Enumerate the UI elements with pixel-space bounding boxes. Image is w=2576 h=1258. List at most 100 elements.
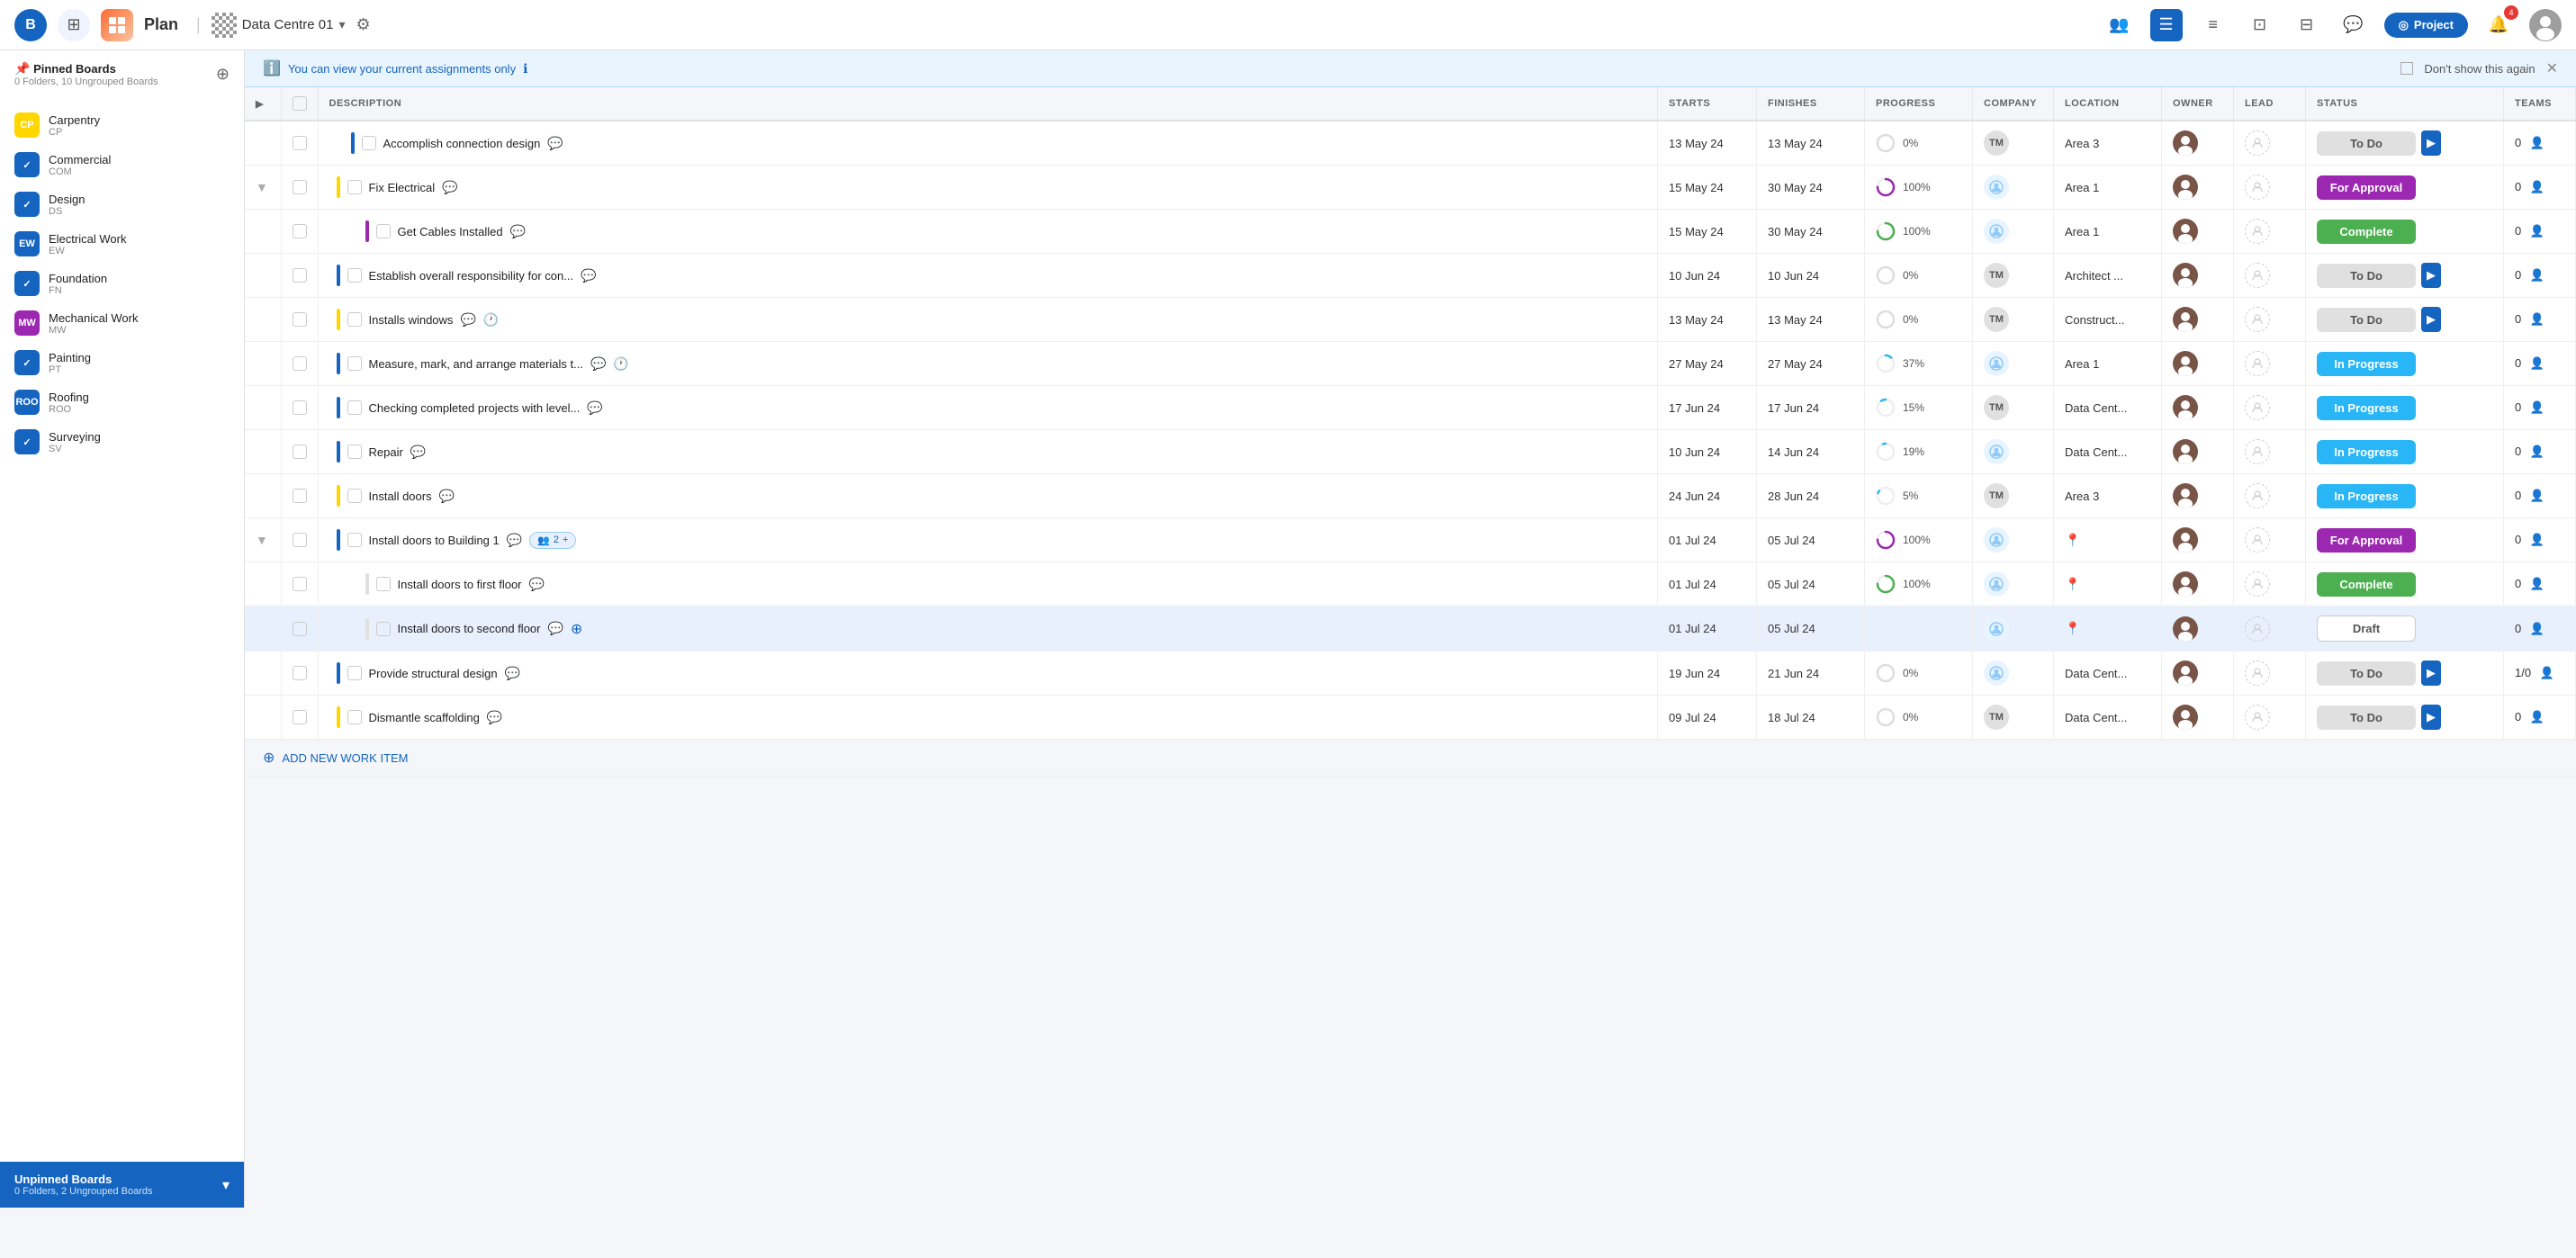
item-checkbox[interactable] <box>347 400 362 415</box>
lead-placeholder[interactable] <box>2245 263 2270 288</box>
item-checkbox[interactable] <box>347 356 362 371</box>
chat-icon[interactable]: 💬 <box>2337 9 2370 41</box>
lead-placeholder[interactable] <box>2245 351 2270 376</box>
add-work-item-button[interactable]: ⊕ ADD NEW WORK ITEM <box>245 740 2576 777</box>
comment-icon[interactable]: 💬 <box>529 577 545 592</box>
tag-badge[interactable]: 👥2+ <box>529 532 576 549</box>
comment-icon[interactable]: 💬 <box>590 356 606 372</box>
item-checkbox[interactable] <box>376 622 391 636</box>
lead-placeholder[interactable] <box>2245 307 2270 332</box>
row-checkbox[interactable] <box>293 400 307 415</box>
item-checkbox[interactable] <box>347 180 362 194</box>
status-badge[interactable]: In Progress <box>2317 440 2416 464</box>
app-logo[interactable]: B <box>14 9 47 41</box>
row-checkbox[interactable] <box>293 533 307 547</box>
row-checkbox[interactable] <box>293 622 307 636</box>
unpinned-boards-section[interactable]: Unpinned Boards 0 Folders, 2 Ungrouped B… <box>0 1162 244 1208</box>
sidebar-item-surveying[interactable]: ✓ Surveying SV <box>0 422 244 462</box>
status-badge[interactable]: In Progress <box>2317 484 2416 508</box>
row-checkbox[interactable] <box>293 666 307 680</box>
row-checkbox-cell[interactable] <box>281 474 318 518</box>
grid-icon[interactable]: ⊞ <box>58 9 90 41</box>
comment-icon[interactable]: 💬 <box>439 489 455 504</box>
sidebar-item-electrical[interactable]: EW Electrical Work EW <box>0 224 244 264</box>
sidebar-item-roofing[interactable]: ROO Roofing ROO <box>0 382 244 422</box>
comment-icon[interactable]: 💬 <box>547 621 563 636</box>
status-badge[interactable]: To Do <box>2317 131 2416 156</box>
status-arrow-icon[interactable]: ▶ <box>2421 307 2441 332</box>
row-checkbox-cell[interactable] <box>281 210 318 254</box>
th-expand[interactable]: ▶ <box>245 87 281 121</box>
row-checkbox[interactable] <box>293 268 307 283</box>
lead-placeholder[interactable] <box>2245 483 2270 508</box>
expand-icon[interactable]: ▼ <box>256 533 268 547</box>
lead-placeholder[interactable] <box>2245 527 2270 553</box>
lead-placeholder[interactable] <box>2245 705 2270 730</box>
status-badge[interactable]: For Approval <box>2317 528 2416 553</box>
status-arrow-icon[interactable]: ▶ <box>2421 263 2441 288</box>
sidebar-item-mechanical[interactable]: MW Mechanical Work MW <box>0 303 244 343</box>
person-group-icon[interactable]: 👥 <box>2103 9 2136 41</box>
status-badge[interactable]: Complete <box>2317 572 2416 597</box>
row-checkbox-cell[interactable] <box>281 166 318 210</box>
row-checkbox-cell[interactable] <box>281 651 318 696</box>
status-badge[interactable]: To Do <box>2317 705 2416 730</box>
row-expand-cell[interactable]: ▼ <box>245 166 281 210</box>
comment-icon[interactable]: 💬 <box>410 445 426 460</box>
row-checkbox-cell[interactable] <box>281 298 318 342</box>
dashboard-icon[interactable]: ⊡ <box>2244 9 2276 41</box>
row-checkbox[interactable] <box>293 136 307 150</box>
project-name-display[interactable]: Data Centre 01 ▾ <box>212 13 346 38</box>
info-more-icon[interactable]: ℹ <box>523 61 527 76</box>
sidebar-item-painting[interactable]: ✓ Painting PT <box>0 343 244 382</box>
expand-icon[interactable]: ▼ <box>256 180 268 194</box>
lead-placeholder[interactable] <box>2245 439 2270 464</box>
row-checkbox[interactable] <box>293 356 307 371</box>
item-checkbox[interactable] <box>376 577 391 591</box>
row-checkbox-cell[interactable] <box>281 607 318 651</box>
comment-icon[interactable]: 💬 <box>442 180 457 195</box>
item-checkbox[interactable] <box>362 136 376 150</box>
dont-show-checkbox[interactable] <box>2400 62 2413 75</box>
row-checkbox[interactable] <box>293 489 307 503</box>
item-checkbox[interactable] <box>347 312 362 327</box>
sidebar-item-carpentry[interactable]: CP Carpentry CP <box>0 105 244 145</box>
status-badge[interactable]: For Approval <box>2317 175 2416 200</box>
info-bar-close-icon[interactable]: ✕ <box>2546 59 2558 77</box>
row-checkbox[interactable] <box>293 577 307 591</box>
item-checkbox[interactable] <box>347 489 362 503</box>
notifications-icon[interactable]: 🔔 4 <box>2482 9 2515 41</box>
item-checkbox[interactable] <box>347 710 362 724</box>
item-checkbox[interactable] <box>376 224 391 238</box>
status-badge[interactable]: Complete <box>2317 220 2416 244</box>
comment-icon[interactable]: 💬 <box>510 224 526 239</box>
comment-icon[interactable]: 💬 <box>547 136 563 151</box>
status-badge[interactable]: Draft <box>2317 616 2416 642</box>
row-checkbox-cell[interactable] <box>281 696 318 740</box>
sidebar-item-foundation[interactable]: ✓ Foundation FN <box>0 264 244 303</box>
comment-icon[interactable]: 💬 <box>460 312 475 328</box>
row-checkbox-cell[interactable] <box>281 562 318 607</box>
lead-placeholder[interactable] <box>2245 616 2270 642</box>
row-checkbox-cell[interactable] <box>281 342 318 386</box>
project-button[interactable]: ◎ Project <box>2384 13 2468 38</box>
gantt-icon[interactable]: ≡ <box>2197 9 2229 41</box>
app-icon[interactable] <box>101 9 133 41</box>
lead-placeholder[interactable] <box>2245 175 2270 200</box>
row-checkbox[interactable] <box>293 224 307 238</box>
lead-placeholder[interactable] <box>2245 395 2270 420</box>
lead-placeholder[interactable] <box>2245 219 2270 244</box>
row-checkbox-cell[interactable] <box>281 430 318 474</box>
comment-icon[interactable]: 💬 <box>505 666 520 681</box>
row-checkbox[interactable] <box>293 710 307 724</box>
item-checkbox[interactable] <box>347 268 362 283</box>
row-checkbox-cell[interactable] <box>281 518 318 562</box>
th-checkbox[interactable] <box>281 87 318 121</box>
add-child-icon[interactable]: ⊕ <box>571 620 582 638</box>
lead-placeholder[interactable] <box>2245 130 2270 156</box>
row-expand-cell[interactable]: ▼ <box>245 518 281 562</box>
filter-icon[interactable]: ⊟ <box>2291 9 2323 41</box>
row-checkbox-cell[interactable] <box>281 121 318 166</box>
item-checkbox[interactable] <box>347 445 362 459</box>
item-checkbox[interactable] <box>347 666 362 680</box>
